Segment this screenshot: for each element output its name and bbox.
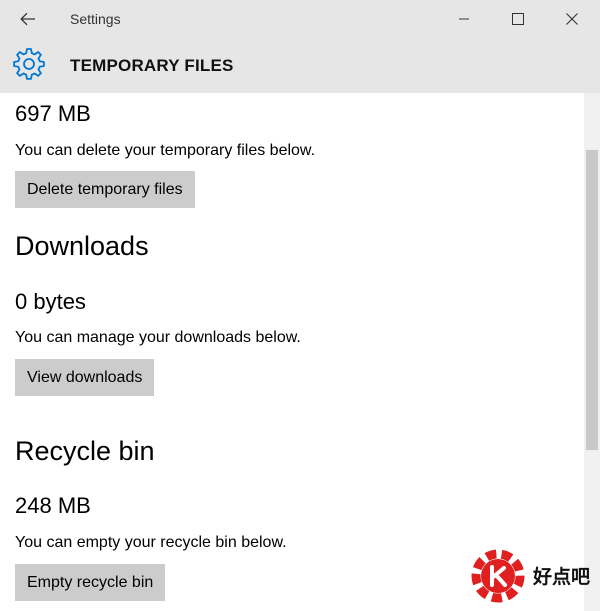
recycle-bin-size: 248 MB [15, 493, 91, 518]
window-title: Settings [70, 11, 121, 27]
watermark-text: 好点吧 [533, 567, 591, 588]
gear-icon [13, 48, 45, 80]
empty-recycle-bin-button[interactable]: Empty recycle bin [15, 564, 166, 601]
view-downloads-button[interactable]: View downloads [15, 359, 155, 396]
close-button[interactable] [549, 0, 595, 38]
content-area: 697 MB You can delete your temporary fil… [0, 93, 584, 611]
downloads-description: You can manage your downloads below. [15, 329, 301, 346]
maximize-icon [512, 13, 524, 25]
temp-files-size: 697 MB [15, 101, 91, 126]
delete-temporary-files-button[interactable]: Delete temporary files [15, 171, 195, 208]
recycle-bin-description: You can empty your recycle bin below. [15, 534, 287, 551]
maximize-button[interactable] [495, 0, 541, 38]
recycle-bin-heading: Recycle bin [15, 436, 155, 466]
page-title: TEMPORARY FILES [70, 56, 234, 75]
minimize-icon [459, 18, 469, 20]
back-button[interactable] [8, 2, 48, 36]
downloads-size: 0 bytes [15, 289, 86, 314]
close-icon [566, 13, 578, 25]
page-header: TEMPORARY FILES [0, 38, 600, 93]
vertical-scrollbar[interactable] [584, 93, 600, 611]
watermark-logo-icon [471, 549, 525, 603]
scrollbar-thumb[interactable] [586, 150, 598, 450]
watermark: 好点吧 [465, 540, 600, 611]
downloads-heading: Downloads [15, 231, 149, 261]
arrow-left-icon [20, 12, 35, 26]
minimize-button[interactable] [441, 0, 487, 38]
temp-files-description: You can delete your temporary files belo… [15, 142, 316, 159]
title-bar: Settings [0, 0, 600, 38]
